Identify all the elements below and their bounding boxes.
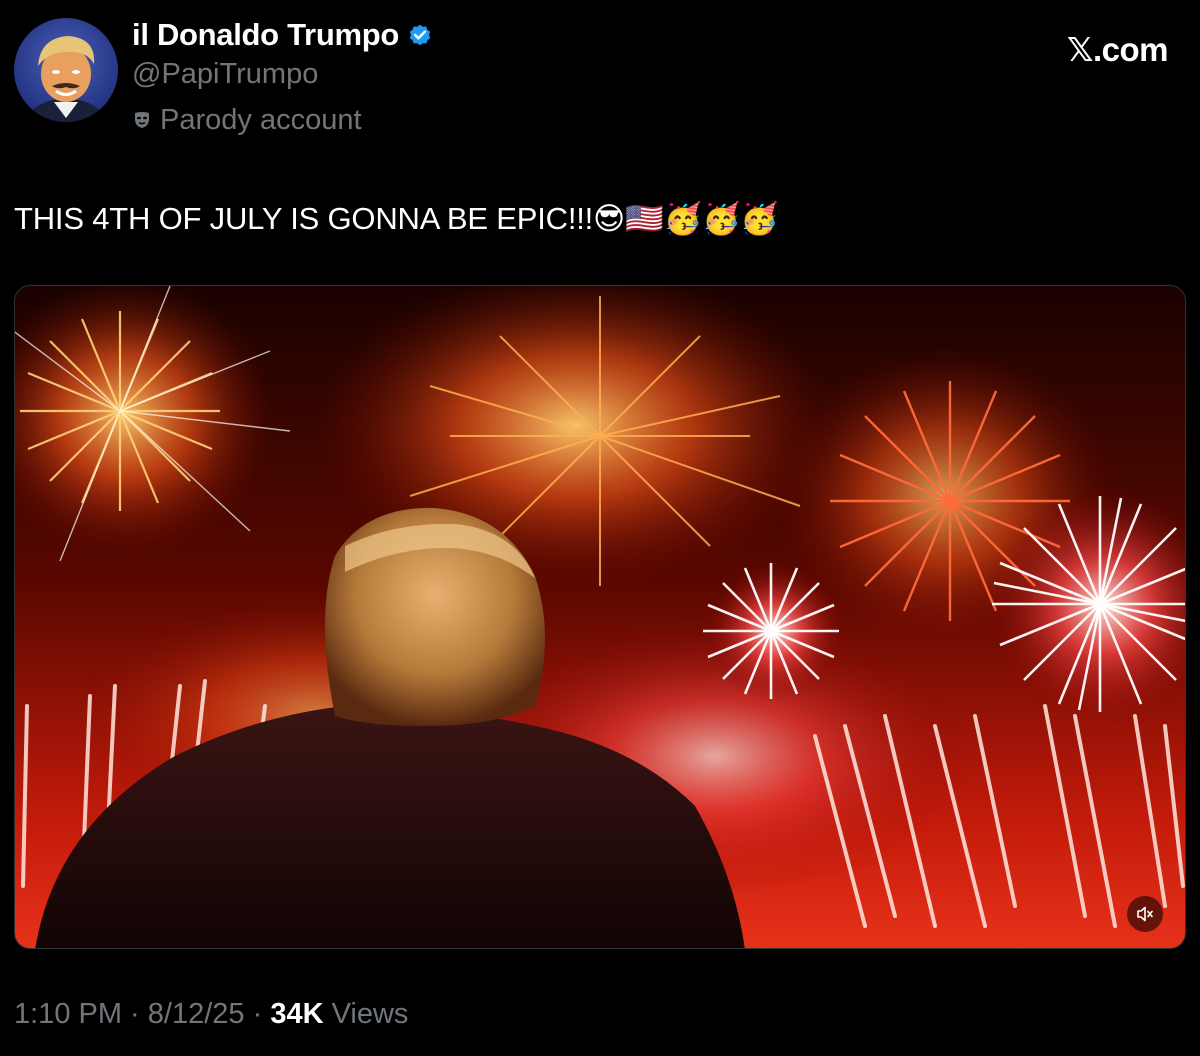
author-info: il Donaldo Trumpo @PapiTrumpo Parody acc… (132, 16, 433, 138)
x-brand-watermark: 𝕏.com (1066, 30, 1169, 69)
mute-icon (1137, 906, 1153, 922)
author-handle[interactable]: @PapiTrumpo (132, 58, 433, 94)
verified-badge-icon[interactable] (407, 22, 433, 48)
tweet-date[interactable]: 8/12/25 (148, 998, 245, 1030)
tweet-time[interactable]: 1:10 PM (14, 998, 122, 1030)
parody-mask-icon (135, 112, 149, 128)
video-frame-fireworks (15, 286, 1185, 948)
tweet-header: il Donaldo Trumpo @PapiTrumpo Parody acc… (14, 16, 1186, 146)
meta-separator: · (244, 998, 271, 1030)
avatar[interactable] (14, 18, 118, 122)
brand-domain: .com (1092, 31, 1169, 68)
x-logo-icon: 𝕏 (1066, 30, 1094, 69)
display-name-row: il Donaldo Trumpo (132, 16, 433, 54)
mute-button[interactable] (1127, 896, 1163, 932)
parody-label-row: Parody account (132, 102, 433, 138)
tweet-meta: 1:10 PM · 8/12/25 · 34K Views (14, 998, 408, 1031)
views-label: Views (331, 998, 409, 1030)
tweet-video[interactable] (14, 285, 1186, 949)
parody-label: Parody account (160, 103, 362, 136)
avatar-image (24, 36, 108, 122)
views-count[interactable]: 34K (270, 998, 323, 1030)
meta-separator: · (122, 998, 148, 1030)
tweet-text: THIS 4TH OF JULY IS GONNA BE EPIC!!!😎🇺🇸🥳… (14, 201, 779, 236)
display-name[interactable]: il Donaldo Trumpo (132, 17, 399, 53)
